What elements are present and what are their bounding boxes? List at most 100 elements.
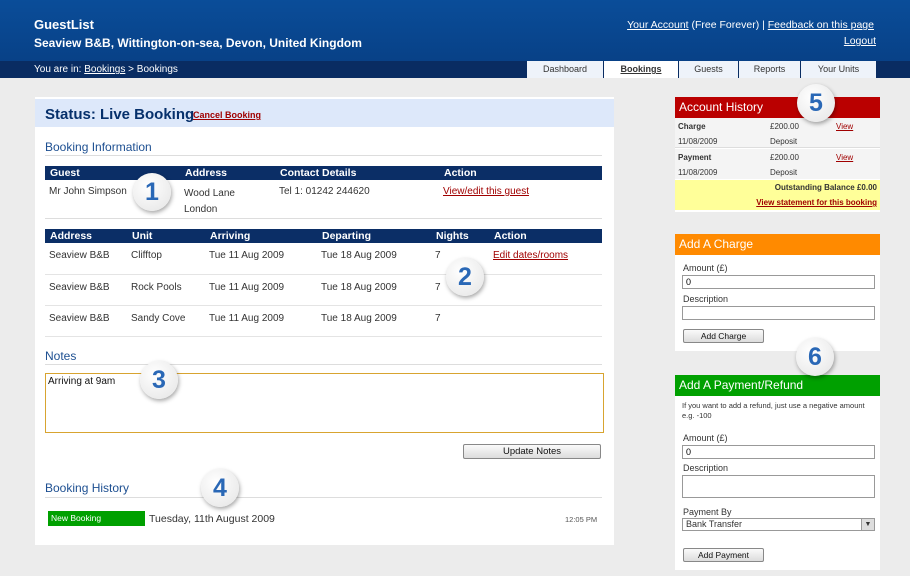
add-charge-button[interactable]: Add Charge: [683, 329, 764, 343]
unit-address: Seaview B&B: [49, 312, 110, 324]
add-payment-panel: Add A Payment/Refund If you want to add …: [675, 375, 880, 570]
charge-amount-label: Amount (£): [683, 263, 728, 273]
breadcrumb-prefix: You are in:: [34, 64, 85, 75]
refund-hint: If you want to add a refund, just use a …: [682, 401, 865, 420]
tab-dashboard[interactable]: Dashboard: [527, 61, 604, 78]
guest-table: Guest Address Contact Details Action Mr …: [45, 166, 602, 218]
departing-date: Tue 18 Aug 2009: [321, 281, 397, 293]
divider: [45, 364, 602, 365]
units-table: Address Unit Arriving Departing Nights A…: [45, 229, 602, 337]
payment-description-input[interactable]: [682, 475, 875, 498]
history-event-tag: New Booking: [48, 511, 145, 526]
departing-date: Tue 18 Aug 2009: [321, 312, 397, 324]
view-edit-guest-link[interactable]: View/edit this guest: [443, 186, 529, 197]
column-header: Action: [489, 229, 602, 243]
booking-history-heading: Booking History: [45, 481, 130, 495]
chevron-down-icon[interactable]: ▼: [861, 519, 874, 530]
tab-guests[interactable]: Guests: [679, 61, 739, 78]
column-header: Address: [180, 166, 275, 180]
feedback-link[interactable]: Feedback on this page: [768, 19, 874, 31]
account-history-title: Account History: [675, 97, 880, 118]
callout-badge-1: 1: [133, 173, 171, 211]
unit-address: Seaview B&B: [49, 281, 110, 293]
unit-name: Rock Pools: [131, 281, 182, 293]
address-line: Wood Lane: [184, 188, 235, 199]
payment-method-label: Payment By: [683, 507, 732, 517]
history-event-time: 12:05 PM: [565, 515, 598, 524]
view-statement-link[interactable]: View statement for this booking: [756, 198, 877, 207]
view-payment-link[interactable]: View: [836, 153, 853, 162]
table-row: Mr John Simpson Wood Lane London Tel 1: …: [45, 180, 602, 218]
account-entry: Payment £200.00 View 11/08/2009 Deposit: [675, 149, 880, 179]
nav-bar: You are in: Bookings > Bookings Dashboar…: [0, 61, 910, 78]
booking-info-heading: Booking Information: [45, 140, 152, 154]
entry-desc: Deposit: [770, 168, 798, 177]
table-row: Seaview B&B Sandy Cove Tue 11 Aug 2009 T…: [45, 305, 602, 336]
cancel-booking-link[interactable]: Cancel Booking: [193, 110, 261, 120]
table-row: Seaview B&B Rock Pools Tue 11 Aug 2009 T…: [45, 274, 602, 305]
entry-date: 11/08/2009: [678, 137, 718, 146]
tab-your-units[interactable]: Your Units: [801, 61, 877, 78]
booking-status: Status: Live Booking: [45, 106, 195, 123]
add-payment-button[interactable]: Add Payment: [683, 548, 764, 562]
history-event-date: Tuesday, 11th August 2009: [149, 513, 275, 525]
add-payment-title: Add A Payment/Refund: [675, 375, 880, 396]
guest-contact: Tel 1: 01242 244620: [279, 186, 370, 197]
callout-badge-4: 4: [201, 469, 239, 507]
main-tabs: Dashboard Bookings Guests Reports Your U…: [527, 61, 877, 78]
your-account-link[interactable]: Your Account: [627, 19, 689, 31]
address-line: London: [184, 204, 218, 215]
plan-text: (Free Forever) |: [688, 19, 768, 31]
charge-description-label: Description: [683, 294, 729, 304]
tab-bookings[interactable]: Bookings: [604, 61, 679, 78]
entry-desc: Deposit: [770, 137, 798, 146]
payment-amount-input[interactable]: [682, 445, 875, 459]
arriving-date: Tue 11 Aug 2009: [209, 281, 285, 293]
breadcrumb-current: Bookings: [136, 64, 178, 75]
notes-heading: Notes: [45, 349, 77, 363]
edit-dates-rooms-link[interactable]: Edit dates/rooms: [493, 250, 568, 261]
add-charge-title: Add A Charge: [675, 234, 880, 255]
column-header: Address: [45, 229, 127, 243]
callout-badge-3: 3: [140, 361, 178, 399]
divider: [45, 218, 602, 219]
add-charge-panel: Add A Charge Amount (£) Description Add …: [675, 234, 880, 351]
breadcrumb-separator: >: [125, 64, 137, 75]
table-row: Seaview B&B Clifftop Tue 11 Aug 2009 Tue…: [45, 243, 602, 274]
divider: [45, 497, 602, 498]
unit-address: Seaview B&B: [49, 250, 110, 261]
app-header: GuestList Seaview B&B, Wittington-on-sea…: [0, 0, 910, 61]
column-header: Departing: [317, 229, 431, 243]
guest-address: Wood Lane London: [180, 180, 275, 218]
column-header: Action: [439, 166, 602, 180]
arriving-date: Tue 11 Aug 2009: [209, 312, 285, 324]
breadcrumb-bookings-link[interactable]: Bookings: [84, 64, 125, 75]
unit-name: Sandy Cove: [131, 312, 186, 324]
booking-panel: Status: Live Booking Cancel Booking Book…: [35, 97, 614, 545]
app-name: GuestList: [34, 17, 94, 32]
entry-type: Charge: [678, 122, 706, 131]
notes-textarea[interactable]: Arriving at 9am: [45, 373, 604, 433]
column-header: Contact Details: [275, 166, 439, 180]
callout-badge-2: 2: [446, 258, 484, 296]
callout-badge-5: 5: [797, 84, 835, 122]
nights-count: 7: [435, 312, 441, 324]
column-header: Unit: [127, 229, 205, 243]
callout-badge-6: 6: [796, 338, 834, 376]
view-charge-link[interactable]: View: [836, 122, 853, 131]
logout-link[interactable]: Logout: [844, 35, 876, 47]
payment-method-select[interactable]: Bank Transfer ▼: [682, 518, 875, 531]
entry-date: 11/08/2009: [678, 168, 718, 177]
charge-amount-input[interactable]: [682, 275, 875, 289]
unit-name: Clifftop: [131, 250, 162, 261]
entry-amount: £200.00: [770, 153, 799, 162]
divider: [45, 155, 602, 156]
tab-reports[interactable]: Reports: [739, 61, 801, 78]
departing-date: Tue 18 Aug 2009: [321, 250, 397, 261]
update-notes-button[interactable]: Update Notes: [463, 444, 601, 459]
payment-method-value: Bank Transfer: [686, 519, 743, 529]
payment-amount-label: Amount (£): [683, 433, 728, 443]
status-bar: Status: Live Booking Cancel Booking: [35, 99, 614, 127]
property-name: Seaview B&B, Wittington-on-sea, Devon, U…: [34, 36, 362, 50]
charge-description-input[interactable]: [682, 306, 875, 320]
